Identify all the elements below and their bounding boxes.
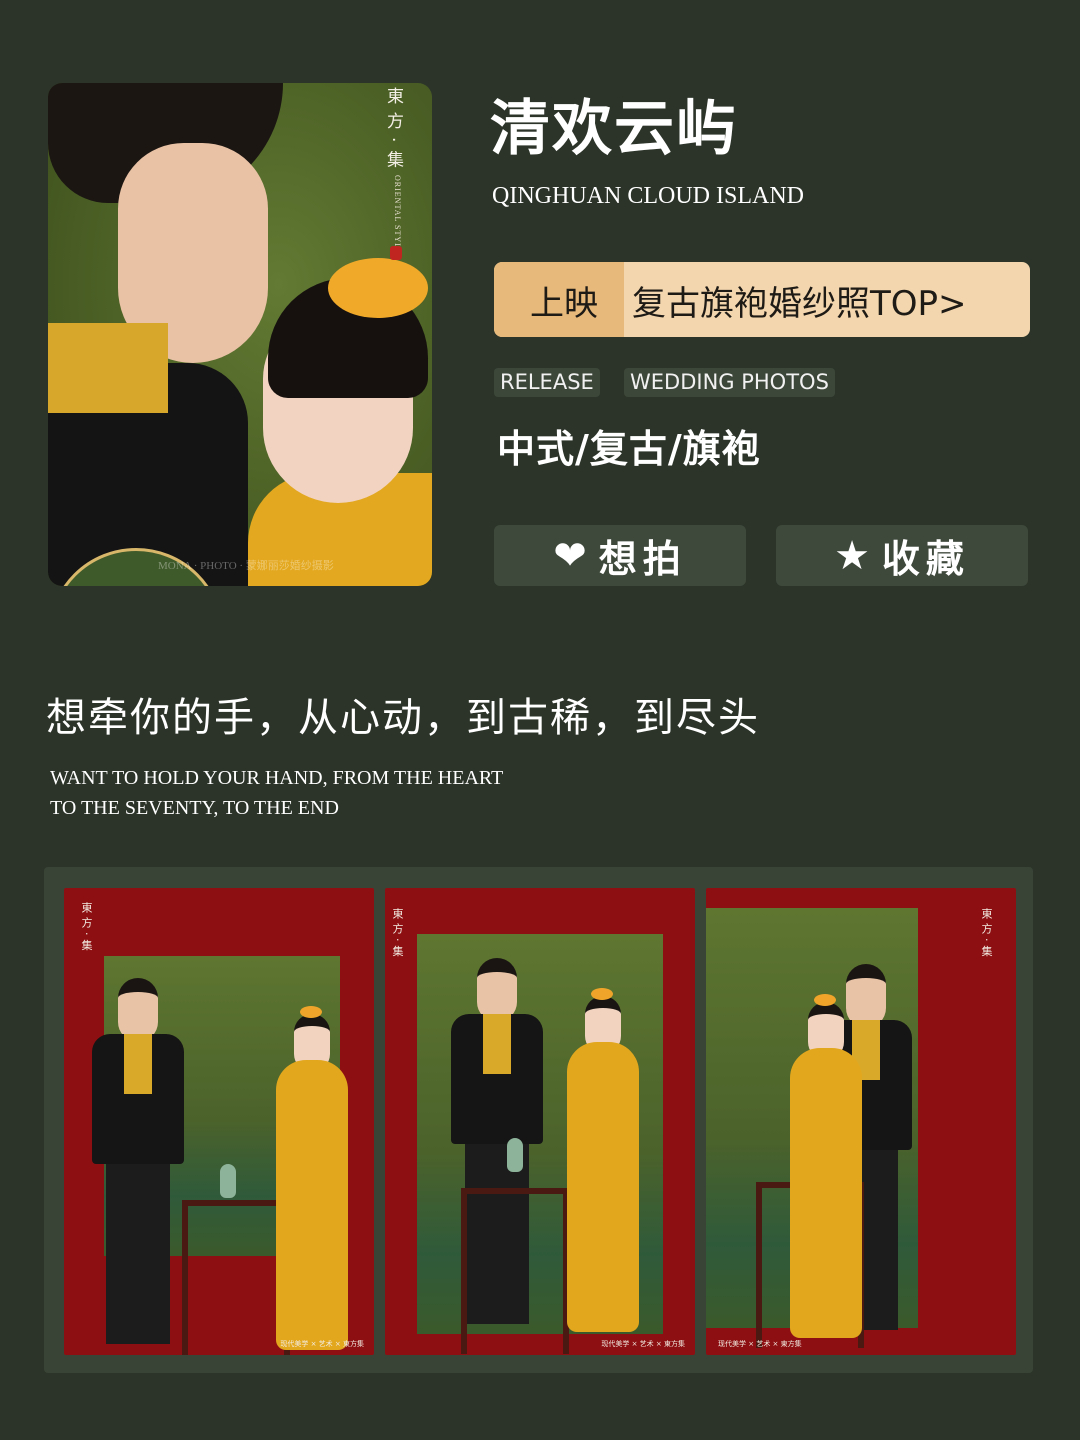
page-title: 清欢云屿: [490, 94, 738, 164]
groom-figure: [82, 978, 194, 1344]
star-icon: ★: [834, 532, 870, 579]
brand-mark: 東方·集: [980, 908, 993, 961]
favorite-button[interactable]: ★ 收藏: [776, 525, 1028, 586]
chip-wedding-photos: WEDDING PHOTOS: [624, 368, 835, 397]
photo-watermark: MONA · PHOTO · 蒙娜丽莎婚纱摄影: [158, 560, 334, 572]
bride-figure: [553, 988, 653, 1336]
groom-collar: [48, 323, 168, 413]
quote-english-line-1: WANT TO HOLD YOUR HAND, FROM THE HEART: [50, 767, 504, 789]
want-to-shoot-label: 想拍: [598, 537, 687, 581]
release-tag: 上映: [494, 262, 624, 337]
chip-release: RELEASE: [494, 368, 600, 397]
brand-badge: 東方·集: [383, 87, 403, 176]
vase: [507, 1138, 523, 1172]
quote-chinese: 想牵你的手，从心动，到古稀，到尽头: [46, 695, 760, 741]
photo-credit: 现代美学 × 艺术 × 東方集: [718, 1340, 802, 1348]
release-banner[interactable]: 上映 复古旗袍婚纱照TOP>: [494, 262, 1030, 337]
style-tags: 中式/复古/旗袍: [497, 427, 761, 471]
release-link[interactable]: 复古旗袍婚纱照TOP>: [632, 276, 967, 325]
vase: [220, 1164, 236, 1198]
hair-flower: [328, 258, 428, 318]
brand-mark: 東方·集: [80, 902, 93, 955]
hero-photo[interactable]: 東方·集 ORIENTAL STYLE MONA · PHOTO · 蒙娜丽莎婚…: [48, 83, 432, 586]
photo-credit: 现代美学 × 艺术 × 東方集: [280, 1340, 364, 1348]
gallery-photo-2[interactable]: 東方·集 现代美学 × 艺术 × 東方集: [385, 888, 695, 1355]
seal-icon: [390, 246, 402, 260]
bride-figure: [262, 1006, 362, 1354]
release-tag-label: 上映: [530, 284, 598, 324]
favorite-label: 收藏: [881, 537, 970, 581]
heart-icon: ❤: [553, 532, 587, 579]
brand-mark: 東方·集: [391, 908, 404, 961]
quote-english: WANT TO HOLD YOUR HAND, FROM THE HEART T…: [50, 763, 503, 823]
quote-english-line-2: TO THE SEVENTY, TO THE END: [50, 797, 339, 819]
want-to-shoot-button[interactable]: ❤ 想拍: [494, 525, 746, 586]
gallery-photo-3[interactable]: 東方·集 现代美学 × 艺术 × 東方集: [706, 888, 1016, 1355]
bride-figure: [776, 994, 876, 1342]
photo-gallery: 東方·集 现代美学 × 艺术 × 東方集 東方·集 现代美学 × 艺术 × 東方…: [44, 867, 1033, 1373]
photo-credit: 现代美学 × 艺术 × 東方集: [601, 1340, 685, 1348]
page-subtitle: QINGHUAN CLOUD ISLAND: [492, 183, 804, 209]
brand-badge-en: ORIENTAL STYLE: [393, 175, 402, 255]
gallery-photo-1[interactable]: 東方·集 现代美学 × 艺术 × 東方集: [64, 888, 374, 1355]
